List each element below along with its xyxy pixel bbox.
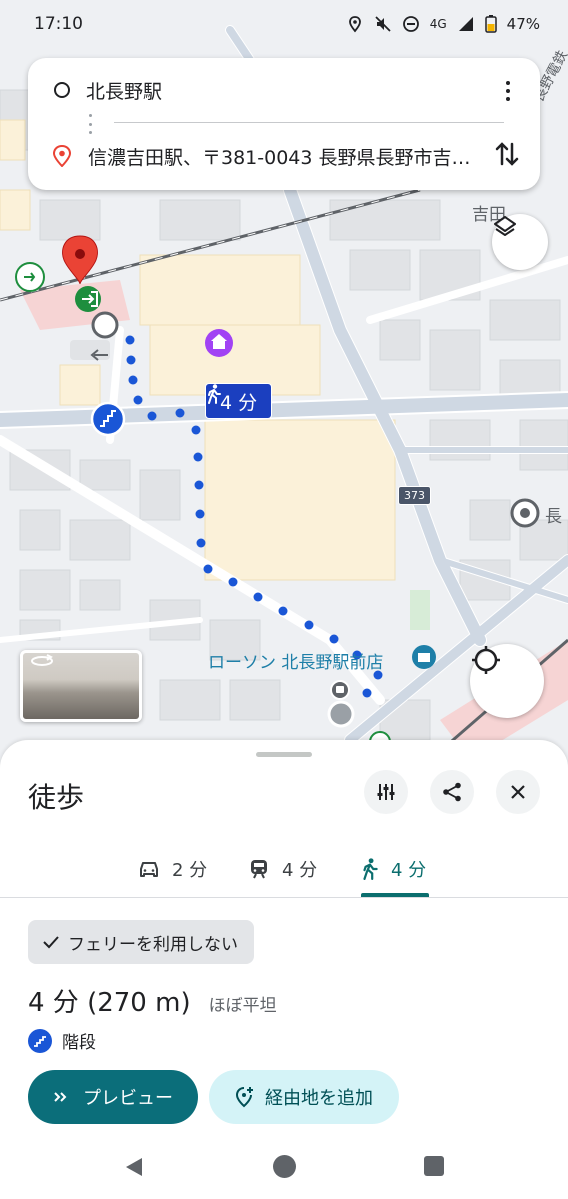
status-bar: 17:10 4G 47% [0, 0, 568, 48]
tab-walk[interactable]: 4 分 [361, 840, 426, 898]
stairs-warning: 階段 [28, 1028, 96, 1053]
check-icon [43, 936, 59, 949]
close-button[interactable] [496, 770, 540, 814]
stairs-label: 階段 [62, 1033, 96, 1053]
recents-button[interactable] [424, 1156, 444, 1176]
destination-label: 信濃吉田駅、〒381-0043 長野県長野市吉田３丁目２−１ [88, 146, 478, 169]
swap-icon[interactable] [492, 136, 522, 172]
street-view-thumbnail[interactable] [20, 650, 142, 722]
double-chevron-icon [54, 1092, 67, 1102]
route-connector-icon [88, 114, 92, 134]
tab-drive[interactable]: 2 分 [138, 840, 207, 898]
avoid-ferries-chip[interactable]: フェリーを利用しない [28, 920, 254, 964]
location-icon [348, 16, 361, 33]
train-icon [251, 860, 267, 879]
stairs-icon [28, 1028, 52, 1053]
more-options-button[interactable] [496, 76, 520, 106]
route-summary: 4 分 (270 m) ほぼ平坦 [28, 982, 277, 1019]
route-time-distance: 4 分 (270 m) [28, 982, 191, 1019]
tune-icon [377, 784, 395, 800]
route-duration-chip[interactable]: 4 分 [205, 383, 273, 419]
active-tab-indicator [361, 893, 429, 897]
location-pin-icon [52, 145, 72, 167]
tab-drive-label: 2 分 [172, 860, 208, 881]
car-icon [140, 862, 158, 877]
battery-icon [484, 15, 497, 33]
rotate-360-icon [31, 654, 53, 666]
back-icon[interactable] [122, 1155, 146, 1179]
preview-label: プレビュー [83, 1088, 173, 1109]
destination-field[interactable]: 信濃吉田駅、〒381-0043 長野県長野市吉田３丁目２−１ [28, 134, 540, 178]
crosshair-icon [472, 646, 500, 674]
terrain-label: ほぼ平坦 [208, 996, 277, 1016]
battery-percent: 47% [506, 15, 540, 33]
field-divider [114, 122, 504, 123]
origin-field[interactable]: 北長野駅 [28, 68, 540, 112]
route-duration-text: 4 分 [220, 391, 258, 414]
mute-icon [375, 16, 391, 32]
my-location-button[interactable] [470, 644, 544, 718]
network-type: 4G [429, 17, 447, 31]
avoid-ferries-label: フェリーを利用しない [68, 934, 238, 955]
origin-circle-icon [54, 82, 70, 98]
route-duration: 4 分 [28, 988, 79, 1018]
add-waypoint-label: 経由地を追加 [265, 1088, 373, 1109]
status-time: 17:10 [34, 14, 83, 34]
travel-mode-tabs: 2 分 4 分 4 分 [0, 840, 568, 898]
route-distance: (270 m) [87, 988, 191, 1018]
maps-app: 吉田 長野電鉄 長 ローソン 北長野駅前店 373 4 分 17:10 4G 4… [0, 0, 568, 1199]
walk-icon [363, 858, 378, 880]
dnd-icon [402, 16, 419, 32]
share-button[interactable] [430, 770, 474, 814]
system-nav-bar [0, 1140, 568, 1199]
close-icon [511, 785, 525, 799]
layers-icon [494, 216, 516, 236]
route-number-badge: 373 [398, 486, 431, 505]
walk-icon [208, 384, 221, 404]
tab-transit[interactable]: 4 分 [248, 840, 317, 898]
add-location-icon [235, 1087, 253, 1108]
sheet-title: 徒歩 [28, 781, 85, 814]
map-layers-button[interactable] [492, 214, 548, 270]
edge-poi-label: 長 [545, 507, 562, 527]
add-waypoint-button[interactable]: 経由地を追加 [209, 1070, 399, 1124]
origin-label: 北長野駅 [86, 80, 163, 103]
sheet-drag-handle[interactable] [256, 752, 312, 757]
store-label[interactable]: ローソン 北長野駅前店 [208, 648, 383, 673]
preview-button[interactable]: プレビュー [28, 1070, 198, 1124]
directions-sheet: 徒歩 2 分 4 分 4 分 フェリーを利用しない 4 分 (270 m) ほぼ… [0, 740, 568, 1140]
tab-walk-label: 4 分 [391, 860, 427, 881]
home-button[interactable] [273, 1155, 296, 1178]
tab-transit-label: 4 分 [282, 860, 318, 881]
route-options-button[interactable] [364, 770, 408, 814]
share-icon [443, 782, 461, 802]
directions-card: 北長野駅 信濃吉田駅、〒381-0043 長野県長野市吉田３丁目２−１ [28, 58, 540, 190]
signal-icon [458, 17, 473, 31]
status-icons: 4G 47% [346, 15, 540, 33]
